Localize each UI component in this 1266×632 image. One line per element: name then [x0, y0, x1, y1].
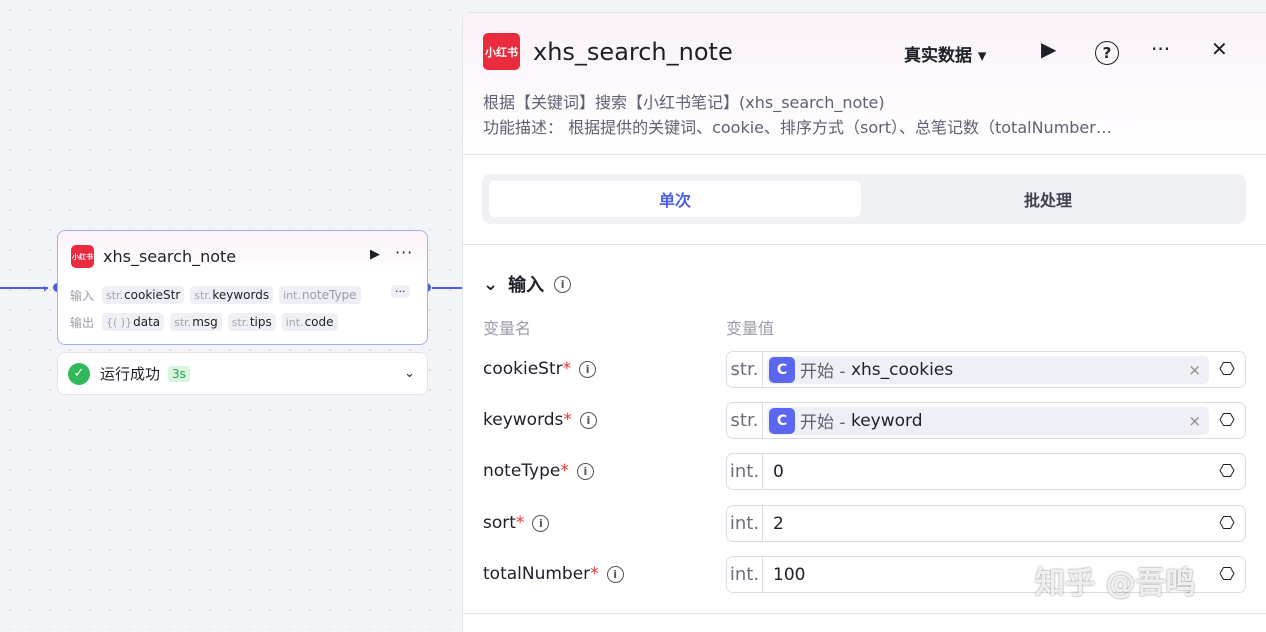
- output-chip: {( )}data: [102, 313, 165, 331]
- duration-badge: 3s: [168, 365, 190, 382]
- input-section-header[interactable]: ⌄ 输入 i: [483, 271, 572, 297]
- variable-select-icon[interactable]: ⎔: [1215, 359, 1239, 380]
- panel-title: xhs_search_note: [533, 38, 733, 66]
- node-more-icon[interactable]: ···: [395, 243, 413, 262]
- close-icon[interactable]: ✕: [1211, 37, 1228, 61]
- node-title: xhs_search_note: [103, 247, 237, 266]
- run-node-play-icon[interactable]: ▶: [370, 247, 380, 262]
- tab-batch[interactable]: 批处理: [862, 181, 1234, 217]
- outputs-label: 输出: [70, 315, 95, 330]
- output-chip: str.tips: [227, 313, 276, 331]
- info-icon: i: [579, 411, 597, 429]
- variable-select-icon[interactable]: ⎔: [1215, 564, 1239, 585]
- function-description: 功能描述： 根据提供的关键词、cookie、排序方式（sort）、总笔记数（to…: [483, 118, 1112, 137]
- inputs-label: 输入: [70, 288, 95, 303]
- workflow-node[interactable]: 小红书 xhs_search_note ▶ ··· 输入 str.cookieS…: [57, 230, 428, 345]
- variable-select-icon[interactable]: ⎔: [1215, 410, 1239, 431]
- run-status-bar[interactable]: ✓ 运行成功 3s ⌄: [57, 352, 428, 395]
- variable-select-icon[interactable]: ⎔: [1215, 513, 1239, 534]
- watermark: 知乎 @吾鸣: [1035, 566, 1196, 601]
- param-label: cookieStr * i: [483, 359, 597, 379]
- output-chip: int.code: [281, 313, 338, 331]
- param-label: sort * i: [483, 513, 550, 533]
- outgoing-edge: [432, 287, 462, 289]
- success-check-icon: ✓: [68, 362, 90, 385]
- clear-icon[interactable]: ×: [1188, 412, 1201, 430]
- chevron-down-icon[interactable]: ⌄: [404, 366, 415, 381]
- more-icon[interactable]: ···: [1151, 37, 1170, 61]
- cookiestr-input[interactable]: str. C 开始 - xhs_cookies × ⎔: [726, 351, 1246, 388]
- input-chip: int.noteType: [279, 286, 361, 304]
- xiaohongshu-logo: 小红书: [71, 245, 94, 268]
- status-text: 运行成功: [100, 365, 161, 383]
- variable-select-icon[interactable]: ⎔: [1215, 461, 1239, 482]
- help-icon[interactable]: ?: [1095, 41, 1119, 65]
- start-node-icon: C: [769, 356, 795, 383]
- info-icon: i: [576, 462, 594, 480]
- xiaohongshu-logo: 小红书: [483, 33, 520, 70]
- workflow-canvas[interactable]: ➝ 小红书 xhs_search_note ▶ ··· 输入 str.cooki…: [0, 0, 462, 630]
- node-outputs: 输出 {( )}data str.msg str.tips int.code: [70, 313, 338, 331]
- output-chip: str.msg: [170, 313, 222, 331]
- tool-description: 根据【关键词】搜索【小红书笔记】(xhs_search_note): [483, 93, 885, 112]
- data-mode-dropdown[interactable]: 真实数据 ▾: [904, 41, 986, 66]
- clear-icon[interactable]: ×: [1188, 361, 1201, 379]
- column-variable-name: 变量名: [483, 319, 532, 338]
- run-play-icon[interactable]: ▶: [1041, 37, 1056, 61]
- more-inputs-button[interactable]: ···: [391, 285, 410, 298]
- info-icon: i: [532, 514, 550, 532]
- chevron-down-icon: ⌄: [483, 273, 499, 295]
- info-icon: i: [554, 275, 572, 293]
- param-label: totalNumber * i: [483, 564, 624, 584]
- node-inputs: 输入 str.cookieStr str.keywords int.noteTy…: [70, 286, 361, 304]
- sort-input[interactable]: int. 2 ⎔: [726, 505, 1246, 542]
- param-label: keywords * i: [483, 410, 597, 430]
- column-variable-value: 变量值: [726, 319, 775, 338]
- start-node-icon: C: [769, 407, 795, 434]
- edge-arrow-icon: ➝: [36, 281, 48, 297]
- input-chip: str.cookieStr: [102, 286, 185, 304]
- variable-reference: C 开始 - keyword ×: [767, 406, 1209, 435]
- keywords-input[interactable]: str. C 开始 - keyword × ⎔: [726, 402, 1246, 439]
- info-icon: i: [606, 565, 624, 583]
- notetype-input[interactable]: int. 0 ⎔: [726, 453, 1246, 490]
- mode-tabs: 单次 批处理: [482, 174, 1246, 224]
- input-chip: str.keywords: [190, 286, 274, 304]
- node-detail-panel: 小红书 xhs_search_note 真实数据 ▾ ▶ ? ··· ✕ 根据【…: [462, 12, 1266, 632]
- variable-reference: C 开始 - xhs_cookies ×: [767, 355, 1209, 384]
- param-label: noteType * i: [483, 461, 594, 481]
- info-icon: i: [579, 360, 597, 378]
- tab-single[interactable]: 单次: [489, 181, 861, 217]
